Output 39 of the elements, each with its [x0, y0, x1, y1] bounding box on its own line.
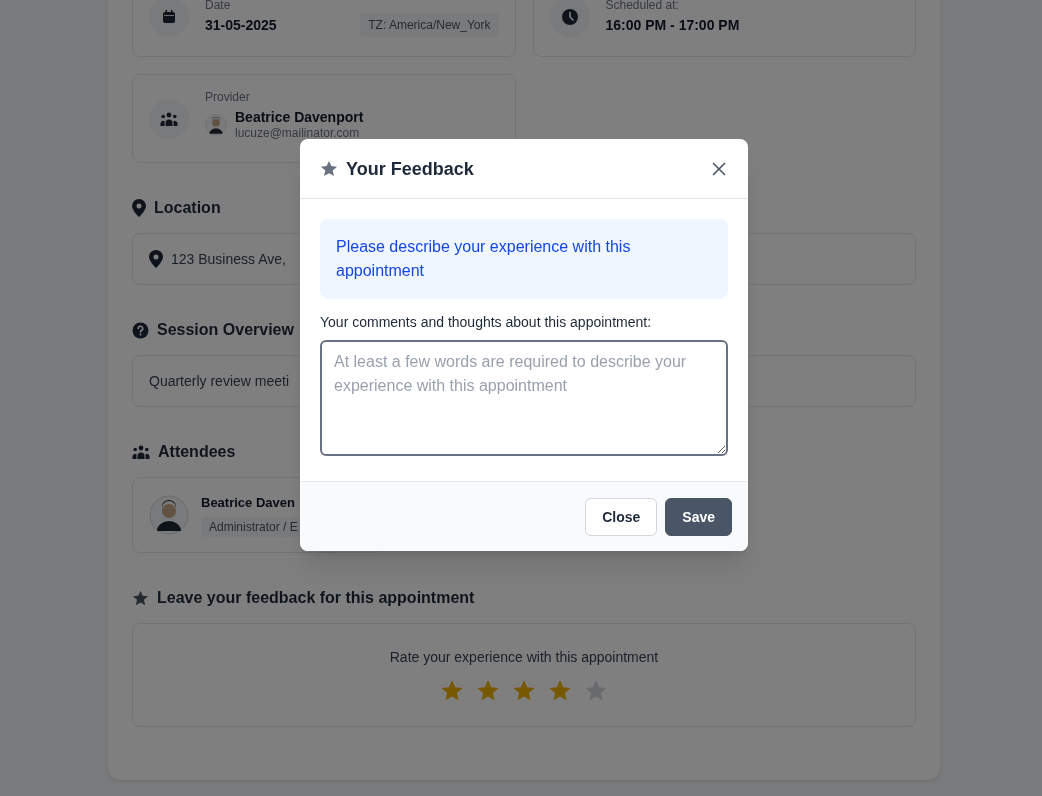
star-icon: [548, 679, 572, 703]
star-icon: [512, 679, 536, 703]
field-label: Your comments and thoughts about this appointment:: [320, 313, 653, 332]
people-icon: [160, 111, 178, 126]
rating-prompt: Rate your experience with this appointment: [389, 648, 659, 667]
star-rating[interactable]: [440, 679, 608, 703]
info-notice: Please describe your experience with this appointment: [320, 219, 728, 299]
section-heading: Leave your feedback for this appointment: [157, 588, 475, 608]
star-icon: [476, 679, 500, 703]
help-icon: [132, 321, 149, 339]
star-icon: [132, 589, 149, 607]
provider-email: lucuze@mailinator.com: [235, 125, 361, 141]
section-heading: Attendees: [158, 442, 236, 462]
section-heading: Session Overview: [157, 320, 294, 340]
avatar-icon: [205, 113, 227, 136]
date-value: 31-05-2025: [205, 15, 277, 35]
clock-icon: [560, 7, 579, 26]
map-pin-icon: [149, 250, 163, 268]
dialog-title: Your Feedback: [346, 157, 475, 181]
save-button[interactable]: Save: [665, 497, 732, 536]
timezone-badge: TZ: America/New_York: [360, 12, 499, 37]
comments-field[interactable]: At least a few words are required to describe your experience with this appointment: [320, 340, 728, 456]
field-label: Scheduled at:: [605, 0, 680, 13]
star-icon: [440, 679, 464, 703]
close-icon[interactable]: [712, 161, 726, 176]
avatar-icon: [149, 495, 189, 535]
calendar-icon: [161, 8, 177, 25]
attendee-name: Beatrice Daven: [201, 494, 296, 513]
overview-text: Quarterly review meeti: [149, 372, 290, 391]
section-heading: Location: [154, 198, 221, 218]
star-icon: [320, 159, 338, 178]
provider-name: Beatrice Davenport: [235, 108, 364, 125]
close-button[interactable]: Close: [585, 497, 658, 536]
field-label: Date: [205, 0, 232, 13]
field-label: Provider: [205, 88, 251, 105]
map-pin-icon: [132, 199, 146, 217]
people-icon: [132, 445, 150, 459]
address-text: 123 Business Ave,: [171, 250, 286, 269]
time-value: 16:00 PM - 17:00 PM: [605, 15, 740, 35]
